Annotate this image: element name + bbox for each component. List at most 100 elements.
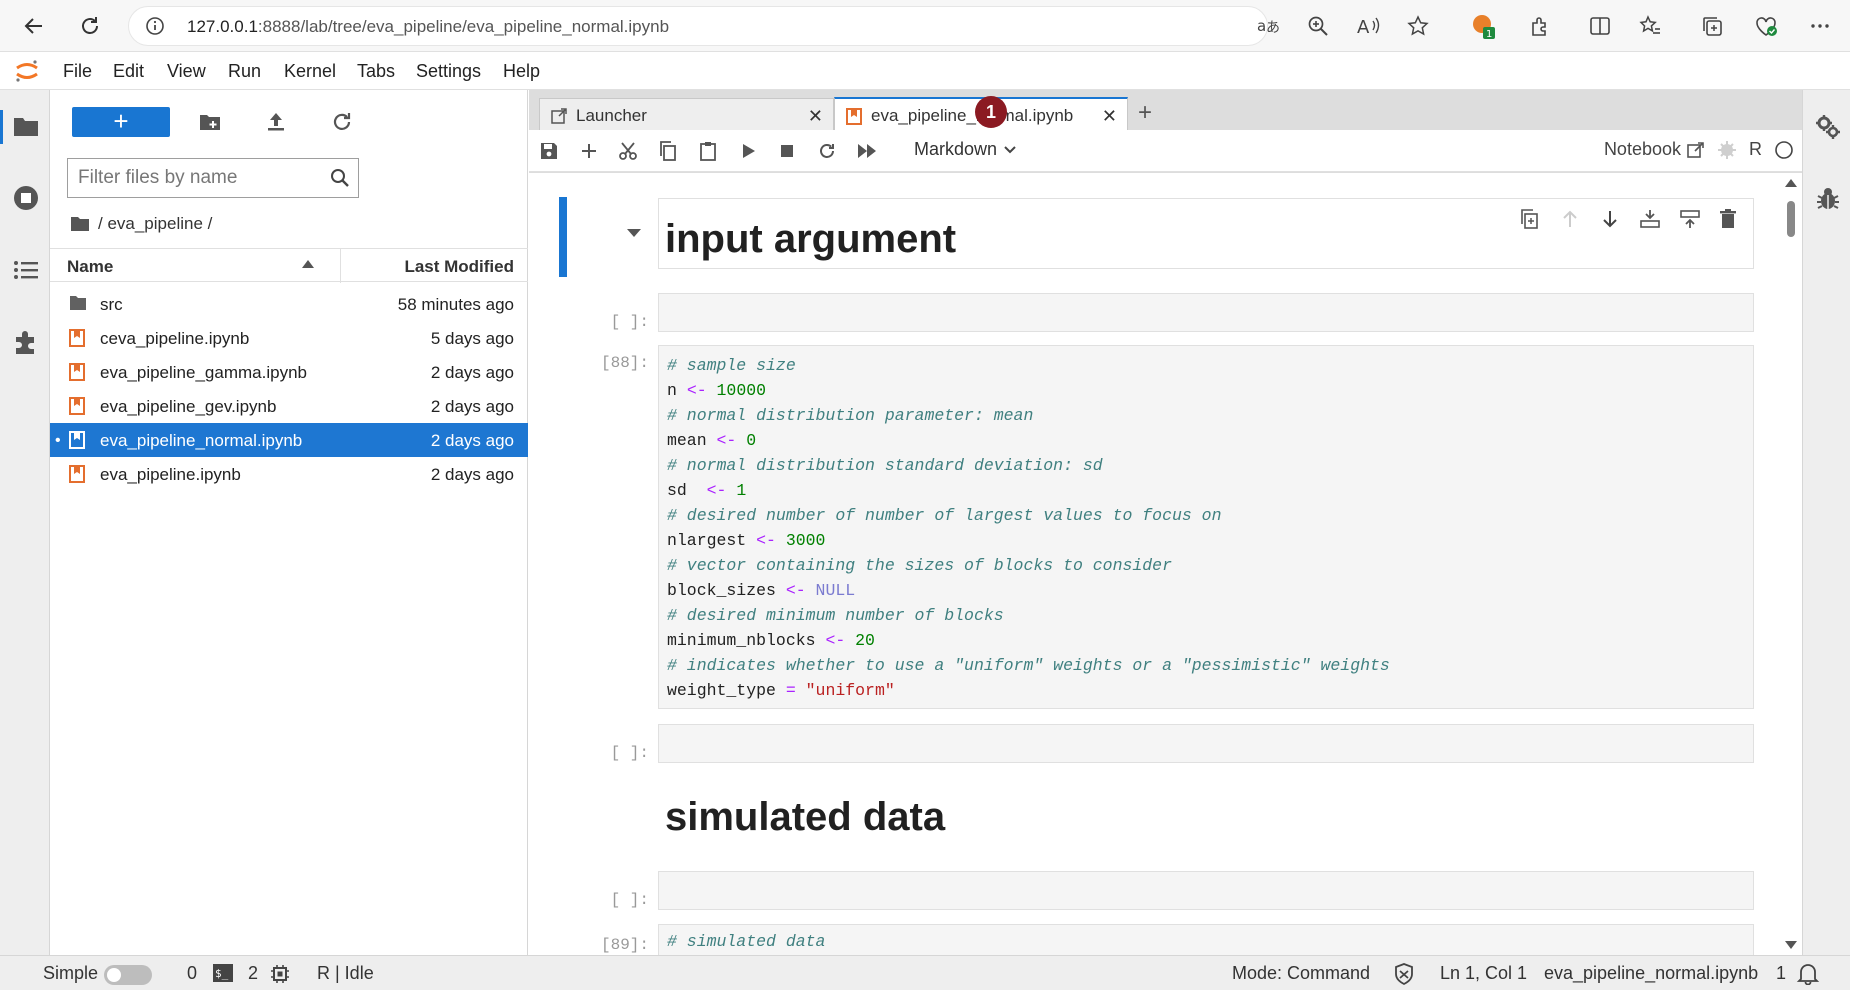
tab-launcher[interactable]: Launcher ✕ bbox=[539, 98, 834, 131]
back-icon[interactable] bbox=[18, 10, 50, 42]
kernel-chip-icon[interactable] bbox=[270, 964, 290, 984]
info-icon[interactable] bbox=[145, 16, 165, 36]
read-aloud-icon[interactable]: A bbox=[1352, 10, 1384, 42]
filter-files-field[interactable] bbox=[67, 158, 359, 198]
terminal-count[interactable]: 0 bbox=[187, 963, 197, 984]
delete-cell-icon[interactable] bbox=[1718, 208, 1740, 230]
file-row[interactable]: • eva_pipeline_normal.ipynb 2 days ago bbox=[50, 423, 528, 457]
code-cell[interactable]: # sample size n <- 10000 # normal distribu… bbox=[658, 345, 1754, 709]
column-modified-header[interactable]: Last Modified bbox=[404, 257, 514, 277]
close-tab-launcher-icon[interactable]: ✕ bbox=[808, 106, 823, 127]
menu-kernel[interactable]: Kernel bbox=[284, 61, 336, 82]
insert-cell-icon[interactable] bbox=[579, 141, 599, 161]
close-tab-notebook-icon[interactable]: ✕ bbox=[1102, 106, 1117, 127]
extensions-icon[interactable] bbox=[1524, 10, 1556, 42]
sort-ascending-icon[interactable] bbox=[302, 260, 314, 268]
file-list-header: Name Last Modified bbox=[50, 248, 528, 283]
scrollbar-thumb[interactable] bbox=[1787, 201, 1795, 237]
insert-below-icon[interactable] bbox=[1679, 208, 1701, 230]
notebook-content[interactable]: input argument [ ]: [88]: # sample size n… bbox=[529, 173, 1802, 955]
cell-prompt: [ ]: bbox=[610, 313, 649, 331]
file-row[interactable]: src 58 minutes ago bbox=[50, 287, 528, 321]
refresh-files-icon[interactable] bbox=[330, 110, 354, 134]
restart-kernel-icon[interactable] bbox=[817, 141, 837, 161]
paste-icon[interactable] bbox=[698, 141, 718, 161]
upload-icon[interactable] bbox=[264, 110, 288, 134]
open-in-notebook-link[interactable]: Notebook bbox=[1604, 139, 1705, 160]
file-row[interactable]: eva_pipeline_gamma.ipynb 2 days ago bbox=[50, 355, 528, 389]
address-bar[interactable]: 127.0.0.1:8888/lab/tree/eva_pipeline/eva… bbox=[128, 6, 1268, 46]
cell-type-dropdown[interactable]: Markdown bbox=[914, 139, 1017, 160]
kernel-count[interactable]: 2 bbox=[248, 963, 258, 984]
menu-file[interactable]: File bbox=[63, 61, 92, 82]
empty-code-cell[interactable] bbox=[658, 293, 1754, 332]
file-row[interactable]: eva_pipeline_gev.ipynb 2 days ago bbox=[50, 389, 528, 423]
collections-icon[interactable] bbox=[1696, 10, 1728, 42]
kernel-name[interactable]: R bbox=[1749, 139, 1762, 160]
empty-code-cell[interactable] bbox=[658, 871, 1754, 910]
filter-files-input[interactable] bbox=[78, 166, 318, 190]
folder-icon[interactable] bbox=[12, 112, 40, 140]
file-row[interactable]: eva_pipeline.ipynb 2 days ago bbox=[50, 457, 528, 491]
svg-text:a: a bbox=[1257, 17, 1266, 35]
code-cell[interactable]: # simulated data bbox=[658, 924, 1754, 955]
terminal-icon[interactable]: $_ bbox=[213, 964, 233, 982]
debugger-icon[interactable] bbox=[1717, 140, 1737, 160]
debugger-bug-icon[interactable] bbox=[1815, 186, 1841, 212]
zoom-icon[interactable] bbox=[1302, 10, 1334, 42]
run-cell-icon[interactable] bbox=[738, 141, 758, 161]
save-icon[interactable] bbox=[539, 141, 559, 161]
new-tab-button[interactable]: + bbox=[1129, 98, 1161, 130]
menu-view[interactable]: View bbox=[167, 61, 206, 82]
table-of-contents-icon[interactable] bbox=[12, 256, 40, 284]
code-line: n <- 10000 bbox=[667, 378, 1745, 403]
collapse-heading-icon[interactable] bbox=[626, 228, 642, 238]
file-name: eva_pipeline.ipynb bbox=[100, 465, 241, 484]
code-token: # normal distribution parameter: mean bbox=[667, 406, 1034, 425]
column-name-header[interactable]: Name bbox=[67, 257, 113, 277]
favorite-star-icon[interactable] bbox=[1402, 10, 1434, 42]
simple-mode-toggle[interactable] bbox=[104, 965, 152, 985]
code-token: # desired minimum number of blocks bbox=[667, 606, 1004, 625]
empty-code-cell[interactable] bbox=[658, 724, 1754, 763]
file-row[interactable]: ceva_pipeline.ipynb 5 days ago bbox=[50, 321, 528, 355]
insert-above-icon[interactable] bbox=[1639, 208, 1661, 230]
duplicate-cell-icon[interactable] bbox=[1519, 208, 1541, 230]
breadcrumb-path[interactable]: / eva_pipeline / bbox=[98, 214, 212, 234]
running-sessions-icon[interactable] bbox=[12, 184, 40, 212]
browser-essentials-icon[interactable] bbox=[1750, 10, 1782, 42]
copy-icon[interactable] bbox=[658, 141, 678, 161]
bell-icon[interactable] bbox=[1796, 961, 1820, 985]
extension-badge-icon[interactable]: 1 bbox=[1468, 10, 1500, 42]
left-sidebar-tabs bbox=[0, 90, 50, 955]
code-editor[interactable]: # sample size n <- 10000 # normal distribu… bbox=[659, 346, 1753, 710]
menu-run[interactable]: Run bbox=[228, 61, 261, 82]
split-screen-icon[interactable] bbox=[1584, 10, 1616, 42]
chevron-down-icon bbox=[1003, 145, 1017, 155]
cut-icon[interactable] bbox=[618, 141, 638, 161]
home-folder-icon[interactable] bbox=[70, 216, 90, 232]
menu-help[interactable]: Help bbox=[503, 61, 540, 82]
restart-run-all-icon[interactable] bbox=[857, 141, 877, 161]
notebook-scrollbar[interactable] bbox=[1780, 173, 1802, 955]
cursor-position[interactable]: Ln 1, Col 1 bbox=[1440, 963, 1527, 984]
interrupt-kernel-icon[interactable] bbox=[777, 141, 797, 161]
kernel-status[interactable]: R | Idle bbox=[317, 963, 374, 984]
new-folder-icon[interactable] bbox=[198, 110, 222, 134]
move-down-icon[interactable] bbox=[1599, 208, 1621, 230]
trusted-shield-icon[interactable] bbox=[1394, 963, 1414, 985]
more-menu-icon[interactable] bbox=[1804, 10, 1836, 42]
menu-tabs[interactable]: Tabs bbox=[357, 61, 395, 82]
notification-count[interactable]: 1 bbox=[1776, 963, 1786, 984]
translate-icon[interactable]: aあ bbox=[1252, 10, 1284, 42]
property-inspector-icon[interactable] bbox=[1815, 114, 1841, 140]
refresh-icon[interactable] bbox=[74, 10, 106, 42]
code-token: 10000 bbox=[716, 381, 767, 400]
menu-edit[interactable]: Edit bbox=[113, 61, 144, 82]
favorites-icon[interactable] bbox=[1634, 10, 1666, 42]
extension-manager-icon[interactable] bbox=[12, 328, 40, 356]
menu-settings[interactable]: Settings bbox=[416, 61, 481, 82]
move-up-icon[interactable] bbox=[1559, 208, 1581, 230]
column-divider[interactable] bbox=[340, 249, 341, 283]
new-launcher-button[interactable]: + bbox=[72, 107, 170, 137]
